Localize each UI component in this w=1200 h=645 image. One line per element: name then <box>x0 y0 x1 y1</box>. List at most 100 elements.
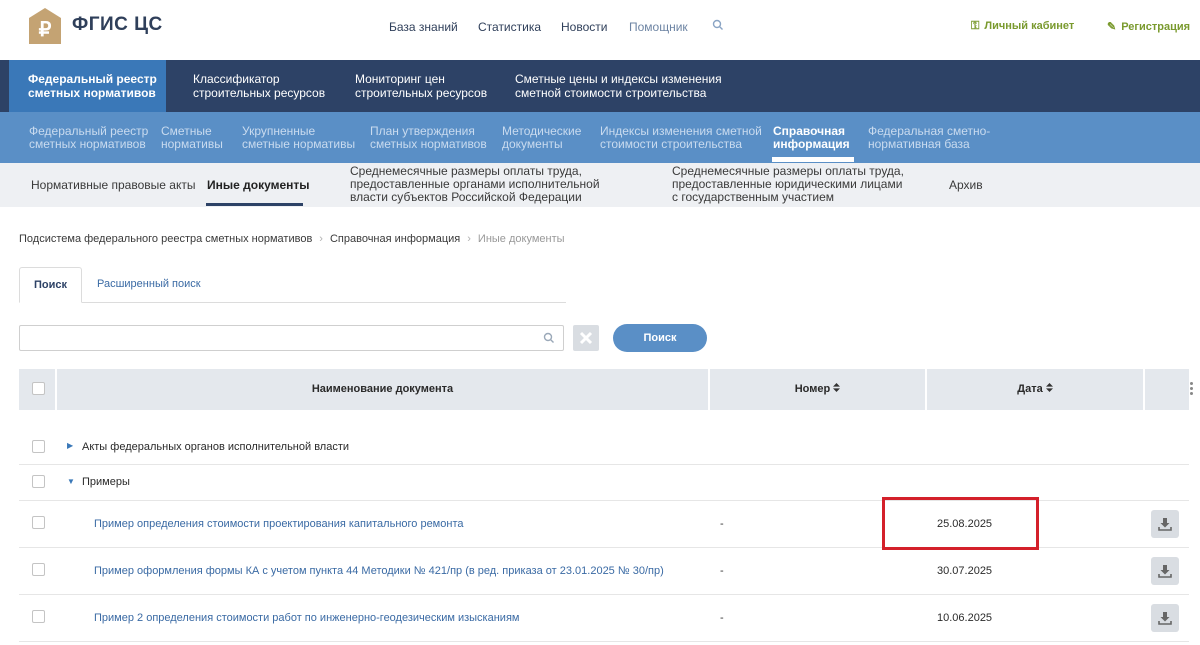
main-nav: Федеральный реестр сметных нормативов Кл… <box>0 60 1200 112</box>
search-icon[interactable] <box>712 19 724 31</box>
tab-label: с государственным участием <box>672 190 834 204</box>
sub-nav-label: сметных нормативов <box>29 137 146 151</box>
document-date: 10.06.2025 <box>937 612 993 624</box>
column-header-date[interactable]: Дата <box>927 369 1143 410</box>
row-checkbox[interactable] <box>32 475 45 488</box>
search-button[interactable]: Поиск <box>613 324 707 352</box>
sub-nav-label: информация <box>773 137 850 151</box>
sub-nav-label: документы <box>502 137 563 151</box>
download-icon <box>1158 518 1172 531</box>
close-icon <box>579 331 593 345</box>
more-options-icon[interactable] <box>1190 382 1194 398</box>
registration-link[interactable]: ✎ Регистрация <box>1107 20 1190 33</box>
sub-nav-reference-info[interactable]: Справочная информация <box>773 125 850 151</box>
sub-nav-estimate-norms[interactable]: Сметные нормативы <box>161 125 223 151</box>
main-nav-label: строительных ресурсов <box>355 86 488 100</box>
sub-nav-federal-registry[interactable]: Федеральный реестр сметных нормативов <box>29 125 148 151</box>
tab-wages-executive[interactable]: Среднемесячные размеры оплаты труда, пре… <box>350 165 600 204</box>
site-header: ₽ ФГИС ЦС База знаний Статистика Новости… <box>0 0 1200 60</box>
download-button[interactable] <box>1151 604 1179 632</box>
sub-nav-label: стоимости строительства <box>600 137 743 151</box>
group-row[interactable]: ▶ Акты федеральных органов исполнительно… <box>19 428 1189 465</box>
sort-icon <box>1045 383 1053 392</box>
tab-archive[interactable]: Архив <box>949 179 983 192</box>
main-nav-label: сметных нормативов <box>28 86 156 100</box>
sub-nav-label: сметных нормативов <box>370 137 487 151</box>
column-header-label: Номер <box>794 383 831 395</box>
column-header-label: Дата <box>1017 383 1043 395</box>
nav-knowledge-base[interactable]: База знаний <box>389 20 458 34</box>
tab-legal-acts[interactable]: Нормативные правовые акты <box>31 179 195 192</box>
caret-down-icon[interactable]: ▼ <box>67 477 75 486</box>
tab-other-documents[interactable]: Иные документы <box>207 179 310 192</box>
download-button[interactable] <box>1151 510 1179 538</box>
nav-statistics[interactable]: Статистика <box>478 20 541 34</box>
sub-nav-label: сметные нормативы <box>242 137 356 151</box>
column-header-name: Наименование документа <box>311 383 454 395</box>
download-button[interactable] <box>1151 557 1179 585</box>
breadcrumb-item[interactable]: Подсистема федерального реестра сметных … <box>19 233 312 245</box>
row-checkbox[interactable] <box>32 610 45 623</box>
key-icon: ⚿ <box>971 20 980 32</box>
personal-cabinet-label: Личный кабинет <box>984 20 1075 32</box>
ruble-house-logo-icon[interactable]: ₽ <box>29 8 61 44</box>
group-row[interactable]: ▼ Примеры <box>19 465 1189 501</box>
tab-advanced-search[interactable]: Расширенный поиск <box>97 267 201 303</box>
main-nav-label: Сметные цены и индексы изменения <box>515 72 722 86</box>
breadcrumb: Подсистема федерального реестра сметных … <box>19 233 565 245</box>
sub-nav-cost-indices[interactable]: Индексы изменения сметной стоимости стро… <box>600 125 762 151</box>
sub-nav-federal-base[interactable]: Федеральная сметно- нормативная база <box>868 125 990 151</box>
search-tabs: Поиск Расширенный поиск <box>19 267 566 303</box>
column-header-number[interactable]: Номер <box>710 369 925 410</box>
sub-nav: Федеральный реестр сметных нормативов См… <box>0 112 1200 163</box>
document-number: - <box>720 518 724 530</box>
main-nav-prices-indices[interactable]: Сметные цены и индексы изменения сметной… <box>515 72 722 100</box>
main-nav-classifier[interactable]: Классификатор строительных ресурсов <box>193 72 325 100</box>
group-label: Примеры <box>82 476 130 488</box>
personal-cabinet-link[interactable]: ⚿ Личный кабинет <box>971 20 1074 33</box>
row-checkbox[interactable] <box>32 563 45 576</box>
select-all-checkbox[interactable] <box>32 382 45 395</box>
tab-wages-legal-entities[interactable]: Среднемесячные размеры оплаты труда, пре… <box>672 165 904 204</box>
main-nav-label: Мониторинг цен <box>355 72 445 86</box>
sub-nav-active-indicator <box>772 157 854 162</box>
sort-icon <box>833 383 841 392</box>
sub-nav-aggregated-norms[interactable]: Укрупненные сметные нормативы <box>242 125 355 151</box>
document-date: 30.07.2025 <box>937 565 993 577</box>
nav-news[interactable]: Новости <box>561 20 607 34</box>
main-nav-federal-registry[interactable]: Федеральный реестр сметных нормативов <box>9 60 166 112</box>
sub-nav-approval-plan[interactable]: План утверждения сметных нормативов <box>370 125 487 151</box>
sub-nav-label: нормативы <box>161 137 223 151</box>
table-row: Пример оформления формы КА с учетом пунк… <box>19 548 1189 595</box>
registration-label: Регистрация <box>1121 21 1191 33</box>
document-link[interactable]: Пример определения стоимости проектирова… <box>94 518 463 530</box>
document-link[interactable]: Пример оформления формы КА с учетом пунк… <box>94 565 664 577</box>
chevron-right-icon: › <box>467 233 471 245</box>
tab-label: власти субъектов Российской Федерации <box>350 190 582 204</box>
main-nav-price-monitoring[interactable]: Мониторинг цен строительных ресурсов <box>355 72 487 100</box>
sub-nav-method-docs[interactable]: Методические документы <box>502 125 581 151</box>
row-checkbox[interactable] <box>32 516 45 529</box>
table-row: Пример 2 определения стоимости работ по … <box>19 595 1189 642</box>
site-logo-text[interactable]: ФГИС ЦС <box>72 14 163 36</box>
document-number: - <box>720 612 724 624</box>
nav-assistant[interactable]: Помощник <box>629 20 688 34</box>
edit-icon: ✎ <box>1107 21 1117 33</box>
svg-text:₽: ₽ <box>39 19 52 41</box>
tab-simple-search[interactable]: Поиск <box>19 267 82 303</box>
date-highlight-box <box>882 497 1039 550</box>
sub-nav-label: нормативная база <box>868 137 970 151</box>
clear-search-button[interactable] <box>573 325 599 351</box>
search-icon[interactable] <box>543 332 555 344</box>
column-divider <box>1143 369 1145 410</box>
document-number: - <box>720 565 724 577</box>
chevron-right-icon: › <box>319 233 323 245</box>
section-tabs: Нормативные правовые акты Иные документы… <box>0 163 1200 207</box>
breadcrumb-item[interactable]: Справочная информация <box>330 233 460 245</box>
tab-active-indicator <box>206 203 303 206</box>
search-input[interactable] <box>19 325 564 351</box>
row-checkbox[interactable] <box>32 440 45 453</box>
breadcrumb-current: Иные документы <box>477 233 565 245</box>
document-link[interactable]: Пример 2 определения стоимости работ по … <box>94 612 519 624</box>
caret-right-icon[interactable]: ▶ <box>67 441 73 450</box>
